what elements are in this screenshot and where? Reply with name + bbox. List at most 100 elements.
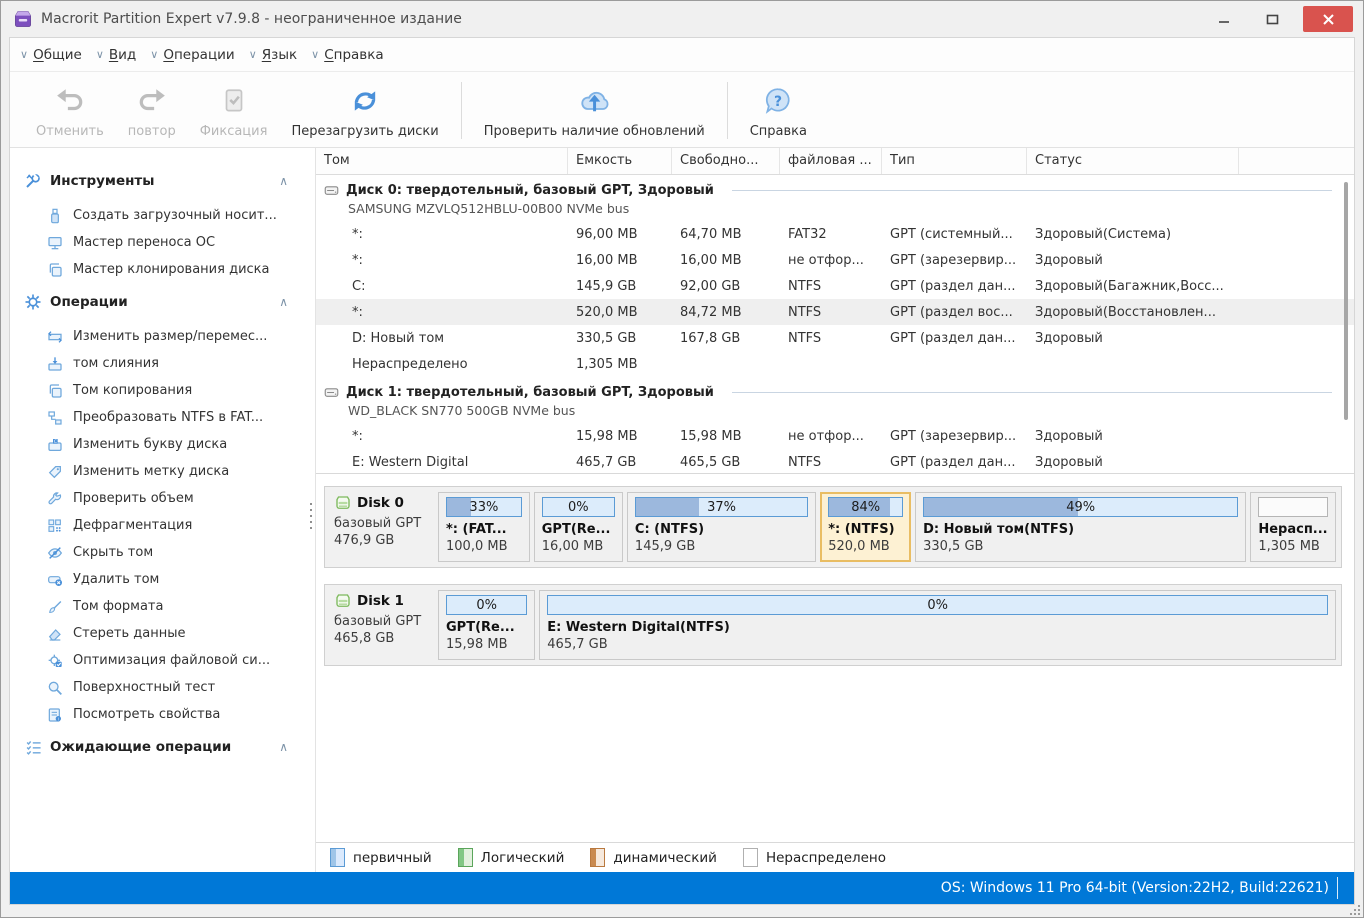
disk-scheme: базовый GPT [334, 613, 430, 630]
column-header-файловая ...[interactable]: файловая ... [780, 148, 882, 174]
disk-map-area: Disk 0базовый GPT476,9 GB33%*: (FAT...10… [316, 474, 1354, 842]
sidebar-item-delete-volume[interactable]: Удалить том [24, 566, 302, 593]
menu-item-language[interactable]: ∨Язык [249, 47, 297, 63]
sidebar-item-format-volume[interactable]: Том формата [24, 593, 302, 620]
cell-volume: *: [316, 227, 568, 242]
menu-item-view[interactable]: ∨Вид [96, 47, 136, 63]
commit-button: Фиксация [188, 74, 280, 147]
partition-block[interactable]: 37%C: (NTFS)145,9 GB [627, 492, 816, 562]
partition-row[interactable]: Нераспределено1,305 MB [316, 351, 1354, 377]
partition-row[interactable]: *:15,98 MB15,98 MBне отфор...GPT (зарезе… [316, 423, 1354, 449]
partition-block[interactable]: 0%E: Western Digital(NTFS)465,7 GB [539, 590, 1336, 660]
collapse-chevron-icon[interactable]: ∧ [279, 174, 288, 188]
sidebar-item-wipe-data[interactable]: Стереть данные [24, 620, 302, 647]
chevron-down-icon: ∨ [20, 49, 28, 60]
sidebar-section-tools[interactable]: Инструменты∧ [24, 168, 302, 194]
sidebar-item-defragment[interactable]: Дефрагментация [24, 512, 302, 539]
disk-group-rule [732, 190, 1332, 191]
column-header-Свободно...[interactable]: Свободно... [672, 148, 780, 174]
sidebar-item-label: Создать загрузочный носит... [73, 208, 277, 223]
column-header-Тип[interactable]: Тип [882, 148, 1027, 174]
delete-icon [46, 571, 64, 589]
sidebar-item-check-volume[interactable]: Проверить объем [24, 485, 302, 512]
disk-group-rule [732, 392, 1332, 393]
help-button[interactable]: ?Справка [738, 74, 819, 147]
gear-icon [24, 293, 42, 311]
partition-row[interactable]: *:520,0 MB84,72 MBNTFSGPT (раздел вос...… [316, 299, 1354, 325]
column-header-Емкость[interactable]: Емкость [568, 148, 672, 174]
column-header-Том[interactable]: Том [316, 148, 568, 174]
os-icon [46, 234, 64, 252]
disk-model: SAMSUNG MZVLQ512HBLU-00B00 NVMe bus [322, 201, 1354, 219]
partition-row[interactable]: E: Western Digital465,7 GB465,5 GBNTFSGP… [316, 449, 1354, 474]
menu-item-help[interactable]: ∨Справка [311, 47, 384, 63]
partition-size: 465,7 GB [547, 637, 1328, 652]
sidebar-item-label: Проверить объем [73, 491, 194, 506]
sidebar-item-fs-optimize[interactable]: Оптимизация файловой си... [24, 647, 302, 674]
partition-row[interactable]: *:96,00 MB64,70 MBFAT32GPT (системный...… [316, 221, 1354, 247]
partition-name: Нерасп... [1258, 522, 1328, 537]
check-updates-button[interactable]: Проверить наличие обновлений [472, 74, 717, 147]
sidebar-item-os-migration[interactable]: Мастер переноса ОС [24, 229, 302, 256]
sidebar-item-convert-ntfs-fat[interactable]: Преобразовать NTFS в FAT... [24, 404, 302, 431]
close-button[interactable] [1303, 6, 1353, 32]
menu-item-label: Общие [33, 47, 82, 63]
maximize-button[interactable] [1255, 7, 1289, 31]
sidebar-section-pending[interactable]: Ожидающие операции∧ [24, 734, 302, 760]
column-header-extra[interactable] [1239, 148, 1354, 174]
table-scrollbar[interactable] [1342, 182, 1349, 462]
sidebar-item-merge-volume[interactable]: том слияния [24, 350, 302, 377]
toolbar: ОтменитьповторФиксацияПерезагрузить диск… [10, 72, 1354, 148]
scrollbar-thumb[interactable] [1344, 182, 1348, 420]
sidebar-item-change-label[interactable]: Изменить метку диска [24, 458, 302, 485]
partition-block[interactable]: 33%*: (FAT...100,0 MB [438, 492, 530, 562]
undo-button: Отменить [24, 74, 116, 147]
sidebar-section-operations[interactable]: Операции∧ [24, 289, 302, 315]
sidebar-item-change-drive-letter[interactable]: CИзменить букву диска [24, 431, 302, 458]
partition-row[interactable]: C:145,9 GB92,00 GBNTFSGPT (раздел дан...… [316, 273, 1354, 299]
cell-type: GPT (зарезервир... [882, 253, 1027, 268]
cell-filesystem: не отфор... [780, 253, 882, 268]
menu-item-label: Операции [163, 47, 234, 63]
sidebar-item-copy-volume[interactable]: Том копирования [24, 377, 302, 404]
sidebar-item-surface-test[interactable]: Поверхностный тест [24, 674, 302, 701]
collapse-chevron-icon[interactable]: ∧ [279, 295, 288, 309]
sidebar-item-disk-clone[interactable]: Мастер клонирования диска [24, 256, 302, 283]
partition-row[interactable]: *:16,00 MB16,00 MBне отфор...GPT (зарезе… [316, 247, 1354, 273]
disk-group-header: Диск 1: твердотельный, базовый GPT, Здор… [316, 377, 1354, 423]
menu-item-general[interactable]: ∨ Общие [20, 47, 82, 63]
menu-item-operations[interactable]: ∨Операции [150, 47, 234, 63]
resize-grip-icon[interactable] [1348, 903, 1360, 915]
letter-icon: C [46, 436, 64, 454]
cell-filesystem: NTFS [780, 455, 882, 470]
disk-group-title-row: Диск 0: твердотельный, базовый GPT, Здор… [322, 179, 1354, 201]
sidebar-item-bootable-media[interactable]: Создать загрузочный носит... [24, 202, 302, 229]
props-icon: i [46, 706, 64, 724]
partition-block[interactable]: 84%*: (NTFS)520,0 MB [820, 492, 911, 562]
clone-icon [46, 261, 64, 279]
status-bar: OS: Windows 11 Pro 64-bit (Version:22H2,… [10, 872, 1354, 904]
disk-map-row: Disk 0базовый GPT476,9 GB33%*: (FAT...10… [324, 486, 1342, 568]
usage-percent-label: 0% [543, 498, 614, 516]
toolbar-button-label: Проверить наличие обновлений [484, 124, 705, 139]
partition-size: 145,9 GB [635, 539, 808, 554]
sidebar-item-hide-volume[interactable]: Скрыть том [24, 539, 302, 566]
partition-row[interactable]: D: Новый том330,5 GB167,8 GBNTFSGPT (раз… [316, 325, 1354, 351]
reload-disks-button[interactable]: Перезагрузить диски [279, 74, 450, 147]
toolbar-separator [727, 82, 728, 139]
cell-type: GPT (раздел дан... [882, 331, 1027, 346]
column-header-Статус[interactable]: Статус [1027, 148, 1239, 174]
commit-icon [219, 82, 249, 120]
sidebar-item-label: Стереть данные [73, 626, 185, 641]
sidebar-item-view-properties[interactable]: iПосмотреть свойства [24, 701, 302, 728]
collapse-chevron-icon[interactable]: ∧ [279, 740, 288, 754]
sidebar-item-resize-move[interactable]: Изменить размер/перемес... [24, 323, 302, 350]
partition-block[interactable]: Нерасп...1,305 MB [1250, 492, 1336, 562]
disk-name: Disk 1 [357, 593, 404, 609]
disk-scheme: базовый GPT [334, 515, 430, 532]
partition-block[interactable]: 0%GPT(Re...15,98 MB [438, 590, 535, 660]
sidebar-splitter[interactable] [306, 148, 315, 872]
partition-block[interactable]: 0%GPT(Re...16,00 MB [534, 492, 623, 562]
minimize-button[interactable] [1207, 7, 1241, 31]
partition-block[interactable]: 49%D: Новый том(NTFS)330,5 GB [915, 492, 1246, 562]
